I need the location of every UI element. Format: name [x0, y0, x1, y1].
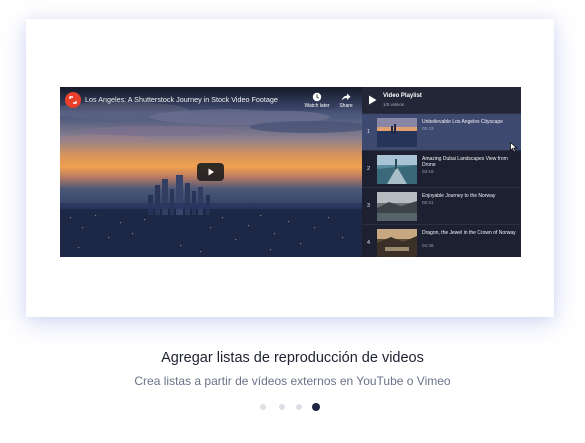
- carousel-dot-3[interactable]: [296, 404, 302, 410]
- video-frame[interactable]: Los Angeles: A Shutterstock Journey in S…: [60, 87, 362, 257]
- share-label: Share: [339, 103, 353, 109]
- playlist-count: 1/5 videos: [383, 102, 404, 107]
- playlist-item-thumbnail: [377, 192, 417, 221]
- carousel-dot-4[interactable]: [312, 403, 320, 411]
- playlist-item-duration: 00:31: [422, 200, 434, 205]
- channel-logo[interactable]: [65, 92, 81, 108]
- playlist-item[interactable]: 2 Amazing Dubai Landscapes View from Dro…: [362, 150, 521, 187]
- playlist-item-title: Enjoyable Journey to the Norway: [422, 193, 496, 199]
- play-button[interactable]: [197, 163, 224, 181]
- playlist-item-title: Dragon, the Jewel in the Crown of Norway: [422, 230, 516, 236]
- playlist-header: Video Playlist 1/5 videos: [362, 87, 521, 113]
- playlist-item-duration: 04:46: [422, 243, 434, 248]
- shutterstock-logo-icon: [69, 96, 77, 104]
- slide-title: Agregar listas de reproducción de videos: [161, 350, 424, 366]
- mouse-cursor-icon: [510, 142, 518, 153]
- playlist-item-thumbnail: [377, 118, 417, 147]
- share-icon: [341, 93, 351, 101]
- playlist-item-thumbnail: [377, 155, 417, 184]
- playlist-item-title: Amazing Dubai Landscapes View from Drone: [422, 156, 508, 168]
- carousel-pagination: [258, 402, 322, 412]
- playlist-item-number: 4: [367, 240, 370, 246]
- video-title[interactable]: Los Angeles: A Shutterstock Journey in S…: [85, 95, 305, 104]
- watch-later-button[interactable]: Watch later: [301, 92, 333, 109]
- playlist-item[interactable]: 4 Dragon, the Jewel in the Crown of Norw…: [362, 224, 521, 257]
- playlist-item-number: 2: [367, 166, 370, 172]
- playlist-item[interactable]: 1 Unbelievable Los Angeles Cityscape 00:…: [362, 113, 521, 150]
- playlist-item-thumbnail: [377, 229, 417, 257]
- watch-later-label: Watch later: [304, 103, 330, 109]
- playlist-item-number: 3: [367, 203, 370, 209]
- slide-subtitle: Crea listas a partir de vídeos externos …: [134, 374, 451, 388]
- carousel-dot-1[interactable]: [260, 404, 266, 410]
- carousel-dot-2[interactable]: [279, 404, 285, 410]
- play-icon: [208, 168, 214, 176]
- playlist-play-icon: [369, 95, 377, 105]
- playlist-item[interactable]: 3 Enjoyable Journey to the Norway 00:31: [362, 187, 521, 224]
- playlist-item-duration: 00:43: [422, 126, 434, 131]
- playlist-title: Video Playlist: [383, 93, 422, 99]
- clock-icon: [312, 92, 322, 102]
- playlist-item-number: 1: [367, 129, 370, 135]
- playlist-item-duration: 03:16: [422, 169, 434, 174]
- video-player[interactable]: Los Angeles: A Shutterstock Journey in S…: [60, 87, 521, 257]
- playlist-item-title: Unbelievable Los Angeles Cityscape: [422, 119, 503, 125]
- video-playlist: Video Playlist 1/5 videos 1 Unbelievable…: [362, 87, 521, 257]
- share-button[interactable]: Share: [330, 92, 362, 109]
